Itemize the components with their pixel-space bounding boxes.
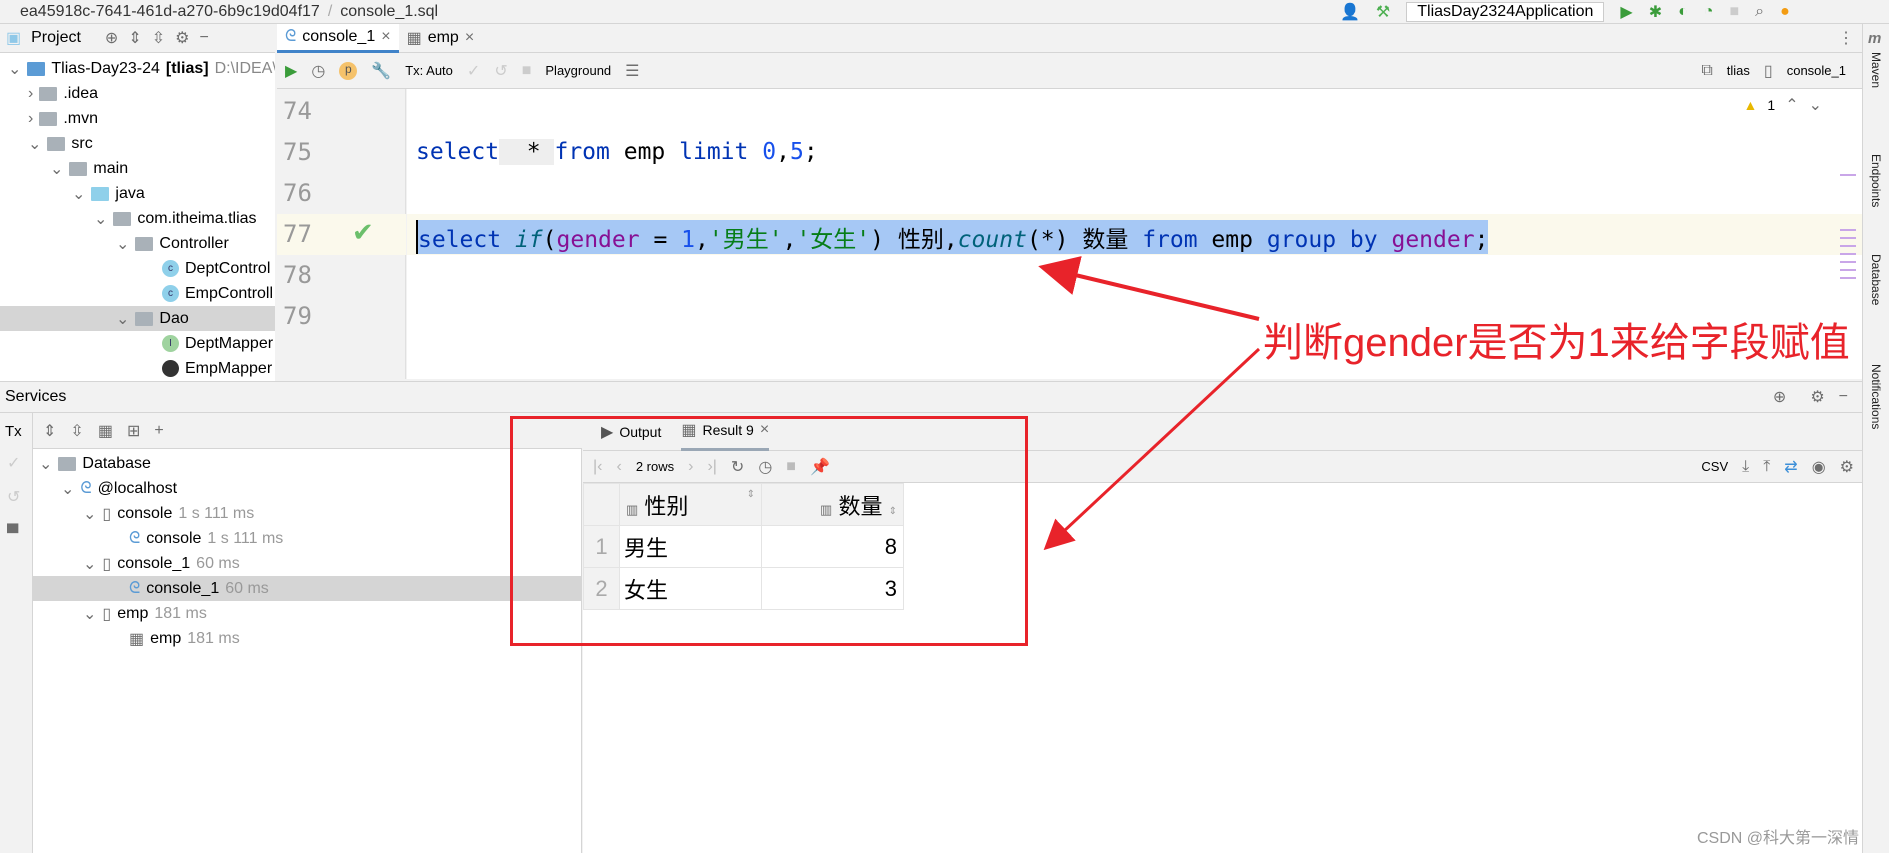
arrow-to-query	[1038, 256, 1260, 321]
annotation-text: 判断gender是否为1来给字段赋值	[1263, 321, 1850, 365]
arrow-to-result	[1043, 347, 1261, 551]
annotation-arrows	[1038, 256, 1261, 551]
watermark: CSDN @科大第一深情	[1696, 830, 1859, 847]
